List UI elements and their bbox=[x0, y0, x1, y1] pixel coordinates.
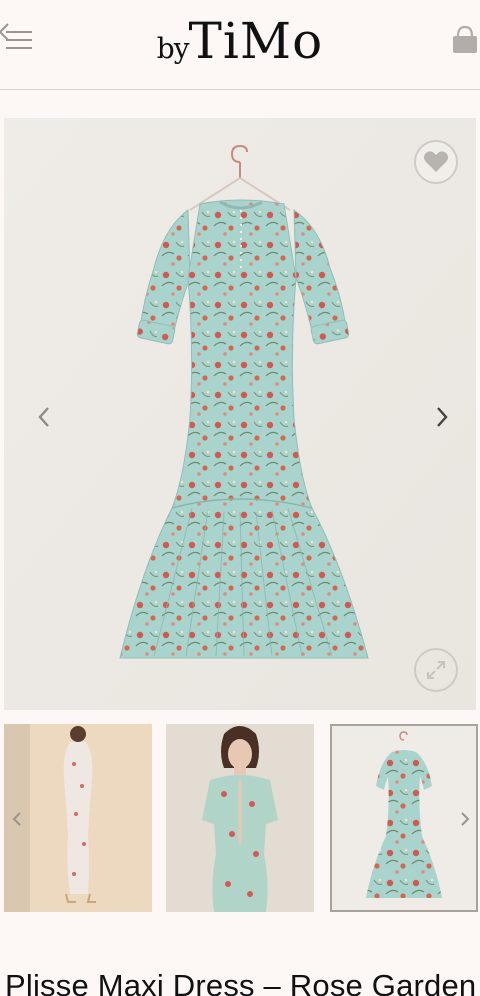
dress-hanger-image bbox=[332, 726, 476, 910]
next-image-button[interactable] bbox=[430, 402, 454, 432]
expand-icon bbox=[427, 661, 445, 679]
heart-icon bbox=[424, 151, 448, 172]
previous-image-button[interactable] bbox=[32, 402, 56, 432]
thumbnail-strip bbox=[0, 724, 480, 914]
product-page: byTiMo Plisse Maxi Dress – Rose Garden bbox=[0, 0, 480, 996]
header: byTiMo bbox=[0, 0, 480, 90]
product-title: Plisse Maxi Dress – Rose Garden bbox=[5, 968, 477, 996]
zoom-button[interactable] bbox=[414, 648, 458, 692]
main-product-image[interactable] bbox=[4, 118, 476, 710]
dress-image bbox=[4, 118, 476, 710]
cart-button[interactable] bbox=[450, 24, 480, 56]
chevron-right-icon bbox=[437, 407, 448, 427]
chevron-left-small-icon bbox=[12, 812, 21, 826]
thumbnail-model-front[interactable] bbox=[166, 724, 314, 912]
chevron-right-small-icon bbox=[461, 812, 470, 826]
thumbnail-prev-button[interactable] bbox=[8, 808, 26, 830]
brand-logo[interactable]: byTiMo bbox=[0, 12, 480, 70]
shopping-bag-icon bbox=[453, 25, 477, 53]
thumbnail-dress-hanger[interactable] bbox=[330, 724, 478, 912]
model-side-image bbox=[4, 724, 152, 912]
thumbnail-model-side[interactable] bbox=[4, 724, 152, 912]
wishlist-button[interactable] bbox=[414, 140, 458, 184]
model-front-image bbox=[166, 724, 314, 912]
logo-prefix: by bbox=[156, 32, 190, 65]
chevron-left-icon bbox=[38, 407, 49, 427]
thumbnail-next-button[interactable] bbox=[456, 808, 474, 830]
logo-brand: TiMo bbox=[188, 12, 324, 70]
